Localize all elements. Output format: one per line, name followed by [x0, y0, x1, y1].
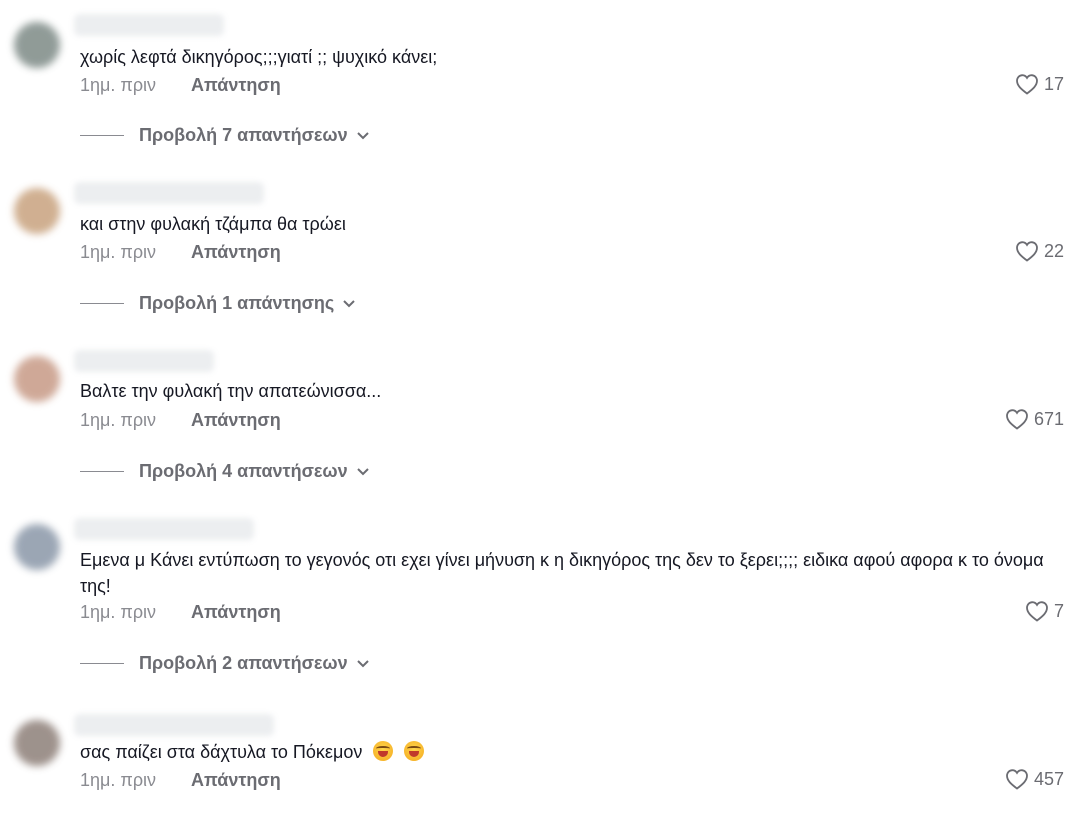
divider-line — [80, 471, 124, 472]
comment-text: Εμενα μ Κάνει εντύπωση το γεγονός οτι εχ… — [80, 550, 1044, 596]
heart-icon — [1026, 601, 1048, 622]
view-replies-label: Προβολή 7 απαντήσεων — [139, 125, 348, 145]
like-button[interactable]: 17 — [1015, 73, 1064, 95]
divider-line — [80, 303, 124, 304]
comment-meta: 1ημ. πριν Απάντηση — [80, 408, 380, 432]
comment-meta: 1ημ. πριν Απάντηση — [80, 768, 380, 792]
view-replies-button[interactable]: Προβολή 2 απαντήσεων — [80, 653, 370, 674]
username-blurred[interactable] — [74, 350, 214, 372]
heart-icon — [1006, 409, 1028, 430]
comment-time: 1ημ. πριν — [80, 602, 157, 622]
comment-time: 1ημ. πριν — [80, 770, 157, 790]
comment-text: Βαλτε την φυλακή την απατεώνισσα... — [80, 381, 382, 401]
username-blurred[interactable] — [74, 14, 224, 36]
chevron-down-icon — [356, 131, 369, 139]
view-replies-label: Προβολή 2 απαντήσεων — [139, 653, 348, 673]
heart-icon — [1006, 769, 1028, 790]
comment-time: 1ημ. πριν — [80, 75, 157, 95]
view-replies-button[interactable]: Προβολή 4 απαντήσεων — [80, 461, 370, 482]
comment-meta: 1ημ. πριν Απάντηση — [80, 600, 380, 624]
avatar[interactable] — [14, 188, 60, 234]
like-button[interactable]: 457 — [1005, 768, 1064, 790]
view-replies-label: Προβολή 4 απαντήσεων — [139, 461, 348, 481]
heart-icon — [1016, 74, 1038, 95]
laughing-emoji-icon — [373, 741, 394, 761]
chevron-down-icon — [356, 467, 369, 475]
comment-meta: 1ημ. πριν Απάντηση — [80, 73, 380, 97]
like-button[interactable]: 671 — [1005, 408, 1064, 430]
reply-button[interactable]: Απάντηση — [191, 240, 281, 264]
chevron-down-icon — [356, 659, 369, 667]
divider-line — [80, 663, 124, 664]
view-replies-button[interactable]: Προβολή 1 απάντησης — [80, 293, 356, 314]
like-count: 17 — [1043, 73, 1064, 94]
like-count: 22 — [1043, 240, 1064, 261]
like-count: 7 — [1053, 600, 1064, 621]
reply-button[interactable]: Απάντηση — [191, 73, 281, 97]
comment-time: 1ημ. πριν — [80, 410, 157, 430]
laughing-emoji-icon — [404, 741, 425, 761]
avatar[interactable] — [14, 720, 60, 766]
username-blurred[interactable] — [74, 518, 254, 540]
comment-text: σας παίζει στα δάχτυλα το Πόκεμον — [80, 739, 1058, 765]
reply-button[interactable]: Απάντηση — [191, 408, 281, 432]
comment-time: 1ημ. πριν — [80, 242, 157, 262]
view-replies-button[interactable]: Προβολή 7 απαντήσεων — [80, 125, 370, 146]
chevron-down-icon — [343, 299, 355, 307]
avatar[interactable] — [14, 356, 60, 402]
comment-meta: 1ημ. πριν Απάντηση — [80, 240, 380, 264]
reply-button[interactable]: Απάντηση — [191, 768, 281, 792]
comment-text: και στην φυλακή τζάμπα θα τρώει — [80, 214, 346, 234]
avatar[interactable] — [14, 22, 60, 68]
like-button[interactable]: 22 — [1015, 240, 1064, 262]
divider-line — [80, 135, 124, 136]
avatar[interactable] — [14, 524, 60, 570]
like-count: 671 — [1033, 408, 1064, 429]
like-button[interactable]: 7 — [1025, 600, 1064, 622]
comment-text-label: σας παίζει στα δάχτυλα το Πόκεμον — [80, 742, 363, 762]
comment-text: χωρίς λεφτά δικηγόρος;;;γιατί ;; ψυχικό … — [80, 47, 438, 67]
like-count: 457 — [1033, 768, 1064, 789]
username-blurred[interactable] — [74, 182, 264, 204]
reply-button[interactable]: Απάντηση — [191, 600, 281, 624]
username-blurred[interactable] — [74, 714, 274, 736]
heart-icon — [1016, 241, 1038, 262]
view-replies-label: Προβολή 1 απάντησης — [139, 293, 335, 313]
